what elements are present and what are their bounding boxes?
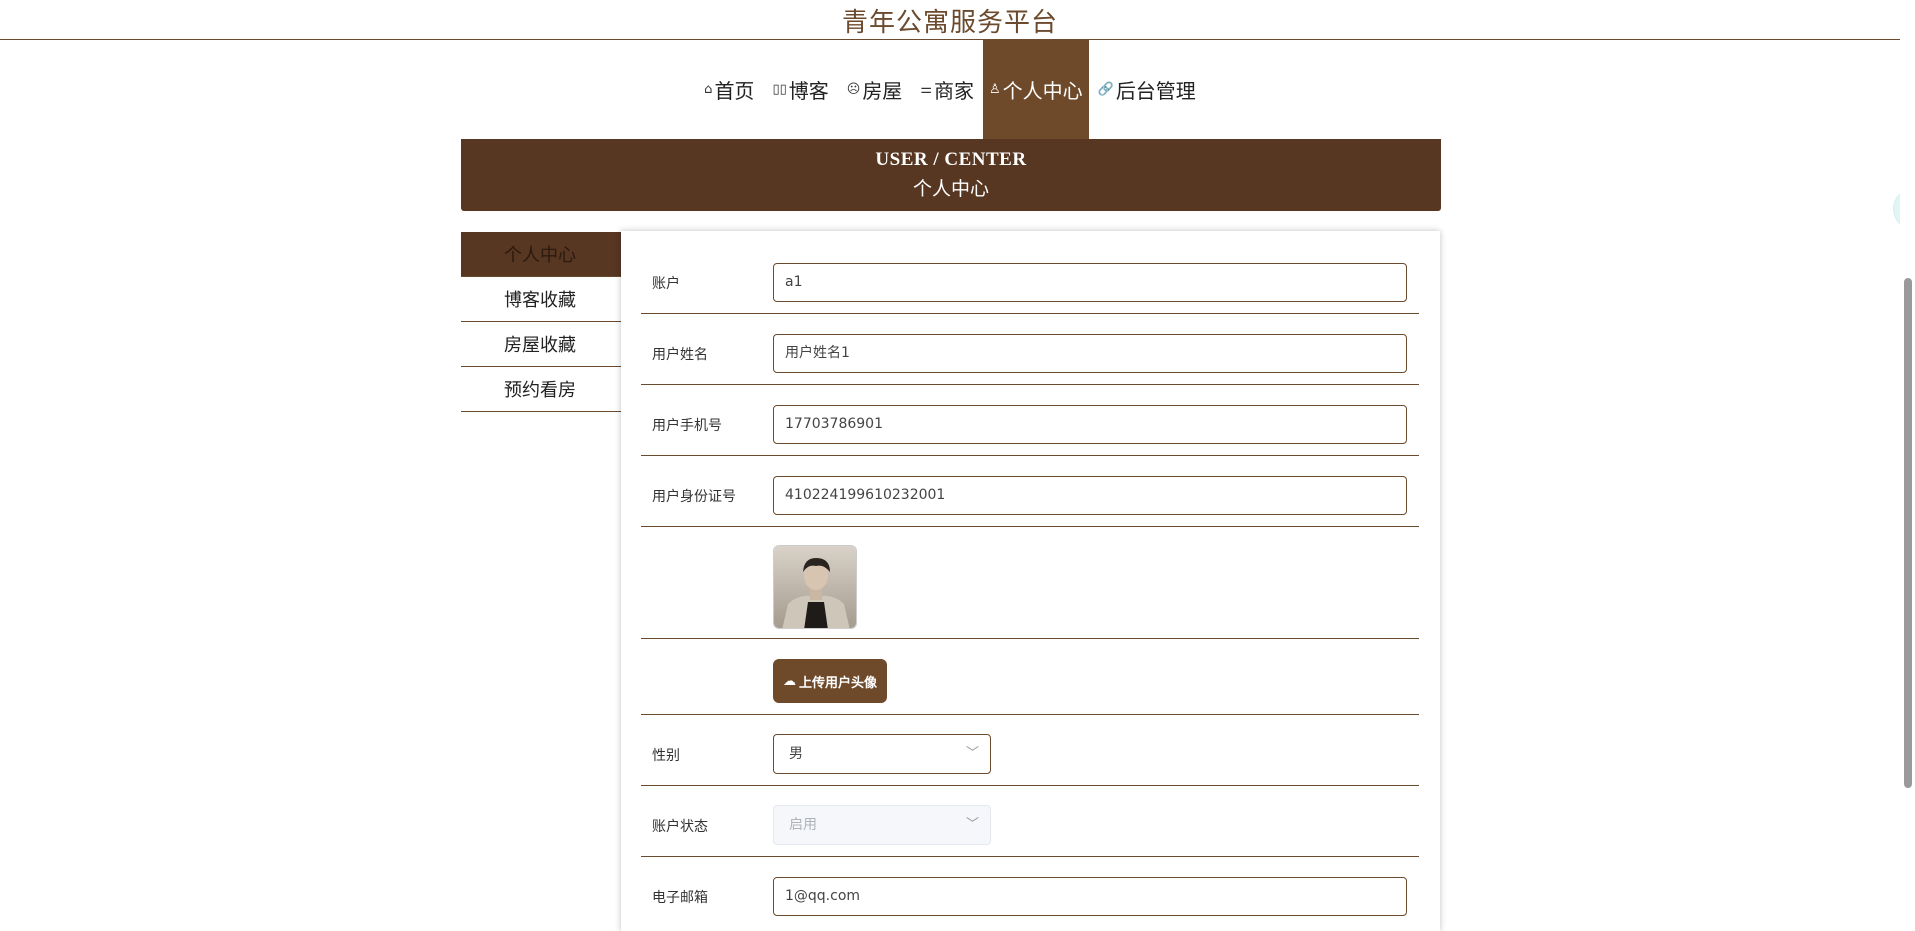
side-item-user-center[interactable]: 个人中心: [461, 232, 621, 277]
status-select: 启用 ﹀: [773, 805, 991, 845]
nav-admin[interactable]: 🔗 后台管理: [1089, 40, 1205, 139]
chevron-down-icon: ﹀: [965, 817, 979, 832]
banner-title-cn: 个人中心: [912, 179, 989, 200]
side-item-blog-favorites[interactable]: 博客收藏: [461, 277, 621, 322]
gender-label: 性别: [652, 748, 680, 764]
user-icon: ♙: [988, 82, 1001, 97]
form-row-avatar: [641, 527, 1419, 639]
name-input[interactable]: 用户姓名1: [773, 334, 1407, 373]
nav-merchant[interactable]: ⚌ 商家: [911, 40, 983, 139]
main-nav: ⌂ 首页 ▯▯ 博客 ☹ 房屋 ⚌ 商家 ♙ 个人中心 🔗 后台管理: [0, 40, 1900, 139]
blog-icon: ▯▯: [772, 82, 787, 97]
site-title: 青年公寓服务平台: [841, 8, 1058, 38]
status-value: 启用: [789, 817, 817, 833]
nav-house[interactable]: ☹ 房屋: [838, 40, 912, 139]
form-row-upload: ☁ 上传用户头像: [641, 639, 1419, 715]
form-row-status: 账户状态 启用 ﹀: [641, 786, 1419, 857]
idcard-input[interactable]: 410224199610232001: [773, 476, 1407, 515]
avatar-photo: [774, 546, 856, 628]
account-input[interactable]: a1: [773, 263, 1407, 302]
form-row-idcard: 用户身份证号 410224199610232001: [641, 456, 1419, 527]
phone-label: 用户手机号: [652, 418, 722, 434]
sliders-icon: ⚌: [920, 82, 932, 97]
account-label: 账户: [652, 276, 680, 292]
form-row-gender: 性别 男 ﹀: [641, 715, 1419, 786]
upload-avatar-label: 上传用户头像: [799, 675, 878, 691]
email-input[interactable]: 1@qq.com: [773, 877, 1407, 916]
link-icon: 🔗: [1097, 82, 1114, 97]
avatar[interactable]: [773, 545, 857, 629]
top-bar: 青年公寓服务平台: [0, 0, 1900, 40]
nav-label: 商家: [933, 79, 974, 103]
gender-value: 男: [789, 746, 803, 762]
nav-blog[interactable]: ▯▯ 博客: [763, 40, 837, 139]
side-item-viewing-appointments[interactable]: 预约看房: [461, 367, 621, 412]
banner-title-en: USER / CENTER: [875, 149, 1027, 170]
form-row-email: 电子邮箱 1@qq.com: [641, 857, 1419, 927]
form-row-phone: 用户手机号 17703786901: [641, 385, 1419, 456]
cloud-upload-icon: ☁: [783, 673, 796, 689]
chevron-down-icon: ﹀: [965, 746, 979, 761]
phone-input[interactable]: 17703786901: [773, 405, 1407, 444]
nav-label: 后台管理: [1115, 79, 1196, 103]
status-label: 账户状态: [652, 819, 708, 835]
upload-avatar-button[interactable]: ☁ 上传用户头像: [773, 659, 888, 703]
nav-label: 首页: [714, 79, 755, 103]
home-icon: ⌂: [704, 82, 713, 97]
idcard-label: 用户身份证号: [652, 489, 736, 505]
scrollbar[interactable]: [1900, 0, 1915, 906]
email-label: 电子邮箱: [652, 890, 708, 906]
nav-label: 房屋: [862, 79, 903, 103]
nav-label: 博客: [788, 79, 829, 103]
form-row-name: 用户姓名 用户姓名1: [641, 314, 1419, 385]
house-icon: ☹: [846, 82, 861, 97]
side-menu: 个人中心 博客收藏 房屋收藏 预约看房: [461, 232, 621, 412]
gender-select[interactable]: 男 ﹀: [773, 734, 991, 774]
form-row-account: 账户 a1: [641, 231, 1419, 314]
nav-label: 个人中心: [1002, 79, 1083, 103]
profile-form: 账户 a1 用户姓名 用户姓名1 用户手机号 17703786901 用户身份证…: [621, 231, 1440, 931]
name-label: 用户姓名: [652, 347, 708, 363]
scrollbar-thumb[interactable]: [1904, 278, 1912, 788]
side-item-house-favorites[interactable]: 房屋收藏: [461, 322, 621, 367]
nav-user-center[interactable]: ♙ 个人中心: [982, 40, 1089, 139]
page-banner: USER / CENTER 个人中心: [461, 139, 1441, 211]
nav-home[interactable]: ⌂ 首页: [695, 40, 763, 139]
